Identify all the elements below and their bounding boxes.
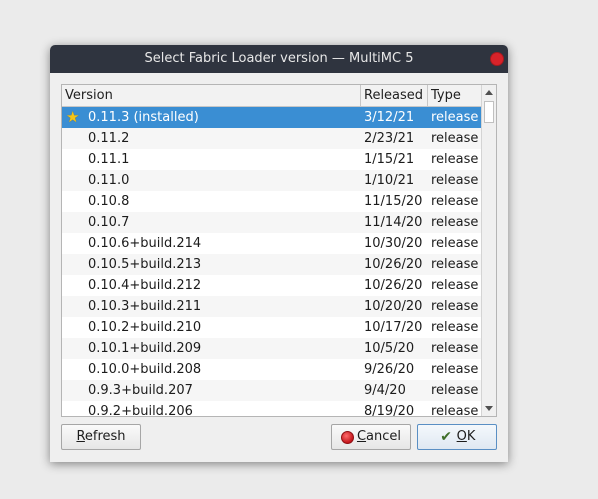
scrollbar-thumb[interactable]: [484, 101, 494, 123]
type-cell: release: [431, 383, 479, 398]
version-select-dialog: Select Fabric Loader version — MultiMC 5…: [50, 45, 508, 462]
column-header-version[interactable]: Version: [62, 85, 361, 106]
type-cell: release: [431, 362, 479, 377]
window-title: Select Fabric Loader version — MultiMC 5: [144, 51, 414, 66]
table-row[interactable]: 0.11.1 1/15/21 release: [62, 149, 482, 170]
version-cell: 0.10.7: [88, 215, 130, 230]
version-cell: 0.9.2+build.206: [88, 404, 193, 417]
version-cell: 0.10.2+build.210: [88, 320, 202, 335]
table-row[interactable]: 0.10.8 11/15/20 release: [62, 191, 482, 212]
version-cell: 0.11.0: [88, 173, 130, 188]
version-cell: 0.10.1+build.209: [88, 341, 202, 356]
version-cell: 0.11.1: [88, 152, 130, 167]
type-cell: release: [431, 215, 479, 230]
type-cell: release: [431, 299, 479, 314]
type-cell: release: [431, 278, 479, 293]
version-cell: 0.10.4+build.212: [88, 278, 202, 293]
type-cell: release: [431, 404, 479, 417]
table-row[interactable]: 0.11.0 1/10/21 release: [62, 170, 482, 191]
type-cell: release: [431, 257, 479, 272]
table-row[interactable]: 0.10.3+build.211 10/20/20 release: [62, 296, 482, 317]
cancel-mnemonic: C: [356, 429, 367, 444]
cancel-label: ancel: [366, 429, 402, 444]
released-cell: 9/4/20: [364, 383, 406, 398]
table-header: Version Released Type: [62, 85, 482, 107]
table-row[interactable]: 0.10.1+build.209 10/5/20 release: [62, 338, 482, 359]
table-row[interactable]: 0.10.2+build.210 10/17/20 release: [62, 317, 482, 338]
column-header-type[interactable]: Type: [428, 85, 482, 106]
table-row[interactable]: 0.11.2 2/23/21 release: [62, 128, 482, 149]
version-cell: 0.10.5+build.213: [88, 257, 202, 272]
ok-mnemonic: O: [456, 429, 467, 444]
table-row[interactable]: 0.10.5+build.213 10/26/20 release: [62, 254, 482, 275]
table-row[interactable]: 0.10.0+build.208 9/26/20 release: [62, 359, 482, 380]
released-cell: 1/10/21: [364, 173, 415, 188]
ok-button[interactable]: ✔ OK: [417, 424, 497, 450]
ok-label: K: [466, 429, 476, 444]
table-rows: ★ 0.11.3 (installed) 3/12/21 release 0.11.2 2…: [62, 107, 482, 417]
cancel-icon: [340, 430, 354, 444]
version-cell: 0.10.0+build.208: [88, 362, 202, 377]
type-cell: release: [431, 152, 479, 167]
version-cell: 0.10.3+build.211: [88, 299, 202, 314]
table-row[interactable]: ★ 0.11.3 (installed) 3/12/21 release: [62, 107, 482, 128]
type-cell: release: [431, 194, 479, 209]
released-cell: 10/20/20: [364, 299, 423, 314]
refresh-label: efresh: [84, 429, 126, 444]
table-row[interactable]: 0.10.7 11/14/20 release: [62, 212, 482, 233]
version-list[interactable]: Version Released Type ★ 0.11.3 (installed…: [61, 84, 497, 417]
released-cell: 2/23/21: [364, 131, 415, 146]
released-cell: 10/26/20: [364, 278, 423, 293]
checkmark-icon: ✔: [440, 429, 452, 445]
scroll-down-arrow-icon[interactable]: [485, 406, 493, 411]
table-row[interactable]: 0.10.4+build.212 10/26/20 release: [62, 275, 482, 296]
refresh-mnemonic: R: [76, 429, 85, 444]
released-cell: 9/26/20: [364, 362, 415, 377]
type-cell: release: [431, 236, 479, 251]
type-cell: release: [431, 131, 479, 146]
table-row[interactable]: 0.10.6+build.214 10/30/20 release: [62, 233, 482, 254]
type-cell: release: [431, 341, 479, 356]
released-cell: 10/30/20: [364, 236, 423, 251]
table-row[interactable]: 0.9.2+build.206 8/19/20 release: [62, 401, 482, 417]
column-header-released[interactable]: Released: [361, 85, 428, 106]
star-icon: ★: [66, 108, 80, 126]
released-cell: 10/5/20: [364, 341, 415, 356]
close-button[interactable]: [490, 52, 504, 66]
version-cell: 0.10.6+build.214: [88, 236, 202, 251]
released-cell: 10/17/20: [364, 320, 423, 335]
version-cell: 0.11.3 (installed): [88, 110, 199, 125]
version-cell: 0.10.8: [88, 194, 130, 209]
type-cell: release: [431, 320, 479, 335]
released-cell: 11/14/20: [364, 215, 423, 230]
title-bar[interactable]: Select Fabric Loader version — MultiMC 5: [50, 45, 508, 73]
released-cell: 3/12/21: [364, 110, 415, 125]
desktop-background: Select Fabric Loader version — MultiMC 5…: [0, 0, 598, 499]
cancel-button[interactable]: Cancel: [331, 424, 411, 450]
vertical-scrollbar[interactable]: [481, 85, 496, 416]
type-cell: release: [431, 110, 479, 125]
refresh-button[interactable]: Refresh: [61, 424, 141, 450]
type-cell: release: [431, 173, 479, 188]
table-row[interactable]: 0.9.3+build.207 9/4/20 release: [62, 380, 482, 401]
scroll-up-arrow-icon[interactable]: [485, 90, 493, 95]
version-cell: 0.11.2: [88, 131, 130, 146]
released-cell: 8/19/20: [364, 404, 415, 417]
released-cell: 10/26/20: [364, 257, 423, 272]
released-cell: 1/15/21: [364, 152, 415, 167]
version-cell: 0.9.3+build.207: [88, 383, 193, 398]
released-cell: 11/15/20: [364, 194, 423, 209]
